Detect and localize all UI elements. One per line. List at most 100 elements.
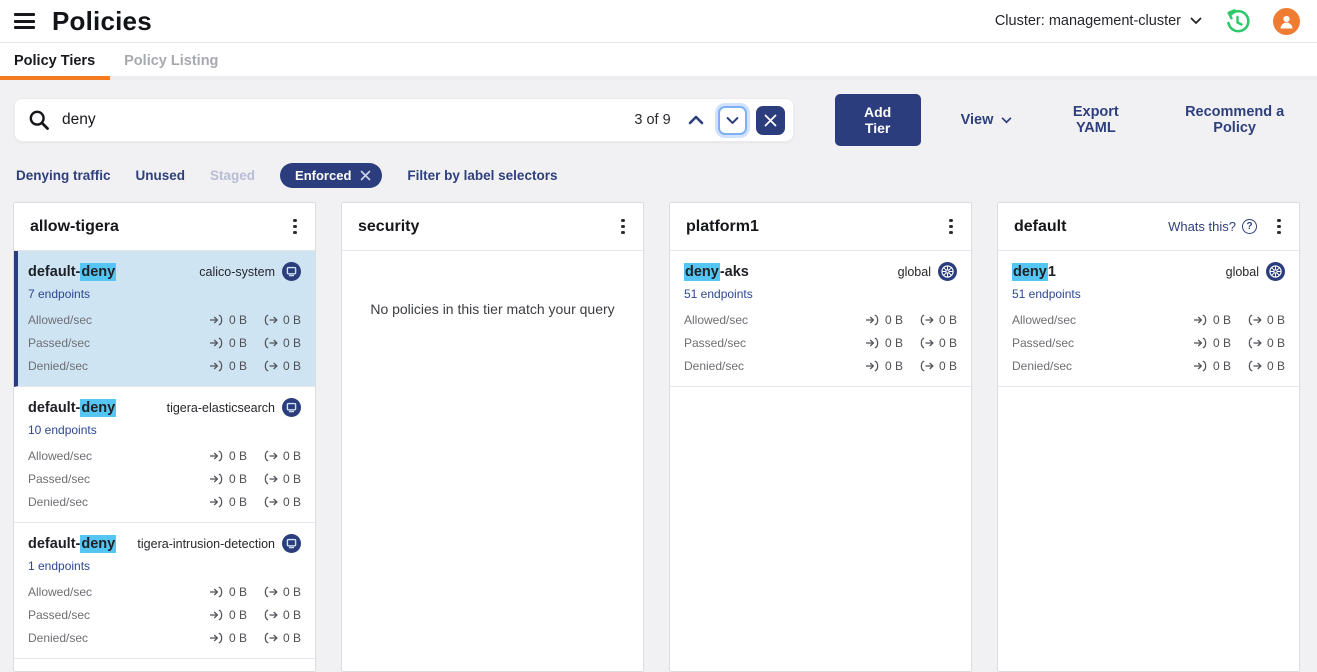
namespace-icon (282, 534, 301, 553)
namespace-icon (282, 398, 301, 417)
stat-egress: 0 B (919, 313, 957, 327)
add-tier-button[interactable]: Add Tier (835, 94, 921, 146)
tier-columns: allow-tigera default-deny calico-system … (13, 202, 1299, 672)
cluster-selector-label: Cluster: management-cluster (995, 13, 1181, 29)
stat-ingress: 0 B (209, 449, 247, 463)
endpoints-link[interactable]: 51 endpoints (1012, 287, 1081, 301)
filter-staged[interactable]: Staged (210, 168, 255, 183)
tier-body: deny1 global 51 endpoints Allowed/sec 0 … (998, 251, 1299, 387)
egress-traffic-icon (263, 360, 278, 372)
search-next-button[interactable] (718, 106, 747, 135)
egress-traffic-icon (1247, 314, 1262, 326)
stat-egress: 0 B (263, 472, 301, 486)
search-highlight: deny (80, 535, 116, 553)
toolbar: Add Tier View Export YAML Recommend a Po… (794, 94, 1299, 146)
ingress-traffic-icon (865, 360, 880, 372)
chevron-down-icon (1190, 17, 1202, 25)
policy-card[interactable]: default-deny tigera-elasticsearch 10 end… (14, 387, 315, 523)
stat-egress: 0 B (263, 585, 301, 599)
tier-name: default (1014, 218, 1168, 236)
stat-egress: 0 B (263, 495, 301, 509)
policy-name: default-deny (28, 264, 116, 280)
policy-scope-label: global (1226, 265, 1259, 279)
stat-label: Denied/sec (28, 495, 88, 509)
tier-header: default Whats this? ? (998, 203, 1299, 251)
whats-this-link[interactable]: Whats this? ? (1168, 219, 1257, 234)
view-dropdown-label: View (961, 112, 994, 128)
policy-scope: calico-system (199, 262, 301, 281)
policy-card[interactable]: default-deny calico-system 7 endpoints A… (14, 251, 315, 387)
stat-label: Passed/sec (28, 336, 90, 350)
egress-traffic-icon (263, 473, 278, 485)
stat-ingress: 0 B (1193, 336, 1231, 350)
egress-traffic-icon (1247, 337, 1262, 349)
recommend-policy-button[interactable]: Recommend a Policy (1170, 104, 1299, 136)
policy-card[interactable]: deny-aks global 51 endpoints Allowed/sec… (670, 251, 971, 387)
tier-body: deny-aks global 51 endpoints Allowed/sec… (670, 251, 971, 387)
policy-stat-row: Passed/sec 0 B 0 B (1012, 336, 1285, 350)
policy-scope-label: tigera-elasticsearch (167, 401, 275, 415)
stat-egress: 0 B (1247, 359, 1285, 373)
endpoints-link[interactable]: 7 endpoints (28, 287, 90, 301)
ingress-traffic-icon (209, 586, 224, 598)
stat-label: Denied/sec (684, 359, 744, 373)
tier-menu-kebab-icon[interactable] (1269, 217, 1289, 237)
chevron-down-icon (1001, 117, 1012, 124)
tab-policy-tiers[interactable]: Policy Tiers (0, 43, 110, 76)
person-icon (1278, 13, 1295, 30)
tier-column: security No policies in this tier match … (341, 202, 644, 672)
egress-traffic-icon (263, 496, 278, 508)
policy-name: default-deny (28, 400, 116, 416)
app-header: Policies Cluster: management-cluster (0, 0, 1317, 42)
policy-stat-row: Denied/sec 0 B 0 B (1012, 359, 1285, 373)
history-icon[interactable] (1224, 8, 1251, 35)
search-match-count: 3 of 9 (634, 112, 670, 128)
policy-stat-row: Passed/sec 0 B 0 B (28, 608, 301, 622)
policy-stat-row: Passed/sec 0 B 0 B (684, 336, 957, 350)
user-avatar[interactable] (1273, 8, 1300, 35)
search-highlight: deny (684, 263, 720, 281)
stat-egress: 0 B (919, 336, 957, 350)
stat-label: Passed/sec (28, 472, 90, 486)
filter-unused[interactable]: Unused (136, 168, 186, 183)
policy-card[interactable]: deny1 global 51 endpoints Allowed/sec 0 … (998, 251, 1299, 387)
search-close-button[interactable] (756, 106, 785, 135)
remove-filter-icon[interactable] (360, 170, 371, 181)
tab-policy-listing[interactable]: Policy Listing (110, 43, 233, 76)
stat-egress: 0 B (1247, 336, 1285, 350)
global-icon (1266, 262, 1285, 281)
stat-label: Allowed/sec (684, 313, 748, 327)
policy-scope-label: calico-system (199, 265, 275, 279)
search-highlight: deny (1012, 263, 1048, 281)
stat-ingress: 0 B (1193, 313, 1231, 327)
tier-menu-kebab-icon[interactable] (941, 217, 961, 237)
ingress-traffic-icon (209, 609, 224, 621)
policy-card[interactable]: default-deny tigera-intrusion-detection … (14, 523, 315, 659)
export-yaml-button[interactable]: Export YAML (1056, 104, 1135, 136)
tier-menu-kebab-icon[interactable] (285, 217, 305, 237)
view-dropdown[interactable]: View (961, 112, 1013, 128)
egress-traffic-icon (263, 609, 278, 621)
filter-denying-traffic[interactable]: Denying traffic (16, 168, 111, 183)
search-input[interactable] (60, 110, 634, 130)
endpoints-link[interactable]: 10 endpoints (28, 423, 97, 437)
tier-menu-kebab-icon[interactable] (613, 217, 633, 237)
policy-stat-row: Allowed/sec 0 B 0 B (684, 313, 957, 327)
egress-traffic-icon (919, 360, 934, 372)
global-icon (938, 262, 957, 281)
search-prev-button[interactable] (686, 113, 706, 127)
hamburger-menu-icon[interactable] (14, 13, 35, 29)
filter-label-selectors[interactable]: Filter by label selectors (407, 168, 557, 183)
stat-egress: 0 B (263, 336, 301, 350)
stat-ingress: 0 B (209, 495, 247, 509)
egress-traffic-icon (263, 314, 278, 326)
cluster-selector[interactable]: Cluster: management-cluster (995, 13, 1202, 29)
endpoints-link[interactable]: 51 endpoints (684, 287, 753, 301)
stat-egress: 0 B (263, 608, 301, 622)
ingress-traffic-icon (209, 450, 224, 462)
policy-scope-label: tigera-intrusion-detection (137, 537, 275, 551)
stat-label: Allowed/sec (28, 313, 92, 327)
endpoints-link[interactable]: 1 endpoints (28, 559, 90, 573)
policy-stat-row: Allowed/sec 0 B 0 B (28, 449, 301, 463)
filter-enforced-pill[interactable]: Enforced (280, 163, 382, 188)
